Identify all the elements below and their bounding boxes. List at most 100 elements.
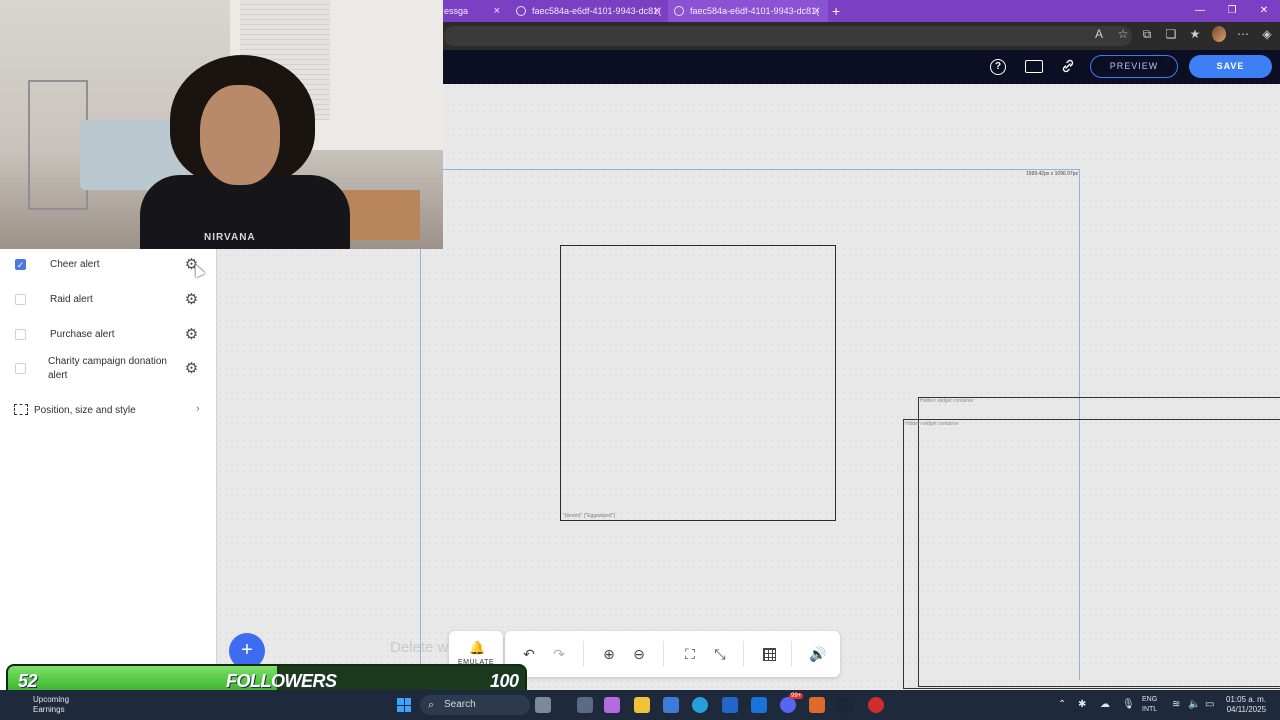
alert-row-purchase[interactable]: Purchase alert ⚙: [0, 317, 217, 351]
onedrive-icon[interactable]: ☁: [1100, 699, 1110, 710]
globe-icon: [516, 6, 526, 16]
url-input[interactable]: [444, 26, 1132, 46]
taskbar-app-icon[interactable]: [535, 697, 551, 713]
store-icon[interactable]: [663, 697, 679, 713]
bluetooth-icon[interactable]: ✱: [1078, 699, 1086, 710]
copilot-app-icon[interactable]: [604, 697, 620, 713]
section-label: Position, size and style: [34, 405, 136, 416]
raid-alert-checkbox[interactable]: [15, 294, 26, 305]
tab-close-icon[interactable]: ×: [654, 5, 660, 17]
globe-icon: [674, 6, 684, 16]
alert-row-charity[interactable]: Charity campaign donation alert ⚙: [0, 351, 217, 387]
speaker-icon[interactable]: 🔈: [1188, 699, 1200, 710]
close-window-button[interactable]: ✕: [1248, 0, 1280, 22]
steam-icon[interactable]: [838, 697, 854, 713]
save-button[interactable]: SAVE: [1189, 55, 1272, 78]
language-code: ENG: [1142, 696, 1158, 703]
canvas-bound-guide: [443, 169, 1080, 170]
fullscreen-icon[interactable]: ⛶: [681, 645, 699, 663]
shirt-logo: NIRVANA: [204, 232, 256, 243]
extensions-icon[interactable]: ⧉: [1140, 27, 1154, 42]
link-icon[interactable]: [1060, 59, 1076, 75]
zoom-out-icon[interactable]: ⊖: [630, 645, 648, 663]
new-tab-button[interactable]: +: [832, 3, 840, 19]
gear-icon[interactable]: ⚙: [184, 327, 199, 342]
toolbar-divider: [583, 641, 584, 667]
battery-icon[interactable]: ▭: [1205, 699, 1214, 710]
toolbar-divider: [663, 641, 664, 667]
browser-tab-partial[interactable]: essga ×: [444, 0, 508, 22]
undo-icon[interactable]: ↶: [520, 645, 538, 663]
hidden-widget-frame[interactable]: [903, 419, 1280, 689]
cheer-alert-checkbox[interactable]: ✓: [15, 259, 26, 270]
tab-close-icon[interactable]: ×: [814, 5, 820, 17]
file-explorer-icon[interactable]: [634, 697, 650, 713]
gear-icon[interactable]: ⚙: [184, 361, 199, 376]
notification-badge: 99+: [789, 693, 804, 699]
charity-alert-checkbox[interactable]: [15, 363, 26, 374]
search-label: Search: [444, 699, 476, 710]
windows-taskbar: Upcoming Earnings ⌕ Search 99+ ⌃ ✱ ☁ 🎙 E…: [0, 690, 1280, 720]
webcam-cardboard-box: [340, 190, 420, 240]
browser-tab-active[interactable]: faec584a-e6df-4101-9943-dc81( ×: [668, 0, 828, 22]
position-size-style-section[interactable]: Position, size and style ›: [0, 395, 217, 425]
follower-goal-label: FOLLOWERS: [226, 671, 337, 691]
favorite-star-icon[interactable]: ☆: [1116, 27, 1130, 41]
taskbar-search[interactable]: ⌕ Search: [420, 695, 530, 715]
task-view-icon[interactable]: [577, 697, 593, 713]
alert-row-raid[interactable]: Raid alert ⚙: [0, 283, 217, 317]
chevron-right-icon: ›: [196, 403, 200, 415]
alerts-settings-panel: ✓ Cheer alert ⚙ Raid alert ⚙ Purchase al…: [0, 249, 217, 720]
exit-fullscreen-icon[interactable]: ⤡: [711, 645, 729, 663]
canvas-size-readout: 1599.42px x 1096.97px: [1026, 171, 1078, 177]
screen-preview-icon[interactable]: [1025, 60, 1043, 73]
copilot-icon[interactable]: ◈: [1260, 27, 1274, 41]
chevron-up-icon[interactable]: ⌃: [1058, 699, 1066, 710]
browser-tab[interactable]: faec584a-e6df-4101-9943-dc81( ×: [508, 0, 668, 22]
alert-row-cheer[interactable]: ✓ Cheer alert ⚙: [0, 249, 217, 283]
grid-icon[interactable]: [763, 648, 776, 661]
gear-icon[interactable]: ⚙: [184, 292, 199, 307]
purchase-alert-checkbox[interactable]: [15, 329, 26, 340]
discord-icon[interactable]: [780, 697, 796, 713]
maximize-button[interactable]: ❐: [1216, 0, 1248, 22]
profile-avatar[interactable]: [1212, 26, 1226, 42]
input-language[interactable]: ENG INTL: [1142, 695, 1157, 715]
alert-label: Purchase alert: [50, 329, 115, 340]
redo-icon[interactable]: ↷: [550, 645, 568, 663]
window-controls: — ❐ ✕: [1184, 0, 1280, 22]
outlook-icon[interactable]: [751, 697, 767, 713]
weather-widget[interactable]: Upcoming Earnings: [33, 695, 69, 715]
zoom-in-icon[interactable]: ⊕: [600, 645, 618, 663]
webcam-person-face: [200, 85, 280, 185]
obs-icon[interactable]: [868, 697, 884, 713]
microphone-icon[interactable]: 🎙: [1122, 699, 1135, 710]
taskbar-clock[interactable]: 01:05 a. m. 04/11/2025: [1226, 695, 1266, 715]
webcam-overlay: NIRVANA: [0, 0, 443, 249]
read-aloud-icon[interactable]: A: [1092, 27, 1106, 41]
minimize-button[interactable]: —: [1184, 0, 1216, 22]
selection-frame-icon: [14, 404, 28, 415]
tab-title: essga: [444, 6, 469, 16]
delete-hint-text: Delete w: [390, 639, 449, 656]
teams-icon[interactable]: [722, 697, 738, 713]
collections-icon[interactable]: ❏: [1164, 27, 1178, 41]
tab-close-icon[interactable]: ×: [494, 5, 500, 17]
follower-goal-current: 52: [18, 671, 38, 691]
wifi-icon[interactable]: ≋: [1172, 699, 1180, 710]
help-icon[interactable]: ?: [990, 59, 1006, 75]
alert-widget-box[interactable]: [560, 245, 836, 521]
volume-icon[interactable]: 🔊: [809, 645, 827, 663]
more-options-icon[interactable]: ⋯: [1236, 27, 1250, 41]
alert-widget-caption: "{lorem}" {"Eggswiped"}: [563, 513, 616, 519]
edge-browser-icon[interactable]: [692, 697, 708, 713]
taskbar-app-icon[interactable]: [809, 697, 825, 713]
hidden-widget-caption: Hidden widget container: [920, 398, 974, 404]
preview-button[interactable]: PREVIEW: [1090, 55, 1178, 78]
widget-title: Upcoming: [33, 695, 70, 704]
windows-start-icon[interactable]: [397, 698, 411, 712]
toolbar-divider: [743, 641, 744, 667]
keyboard-layout: INTL: [1142, 706, 1158, 713]
browser-toolbar-icons: A ☆ ⧉ ❏ ★ ⋯ ◈: [1092, 26, 1274, 42]
favorites-icon[interactable]: ★: [1188, 27, 1202, 41]
